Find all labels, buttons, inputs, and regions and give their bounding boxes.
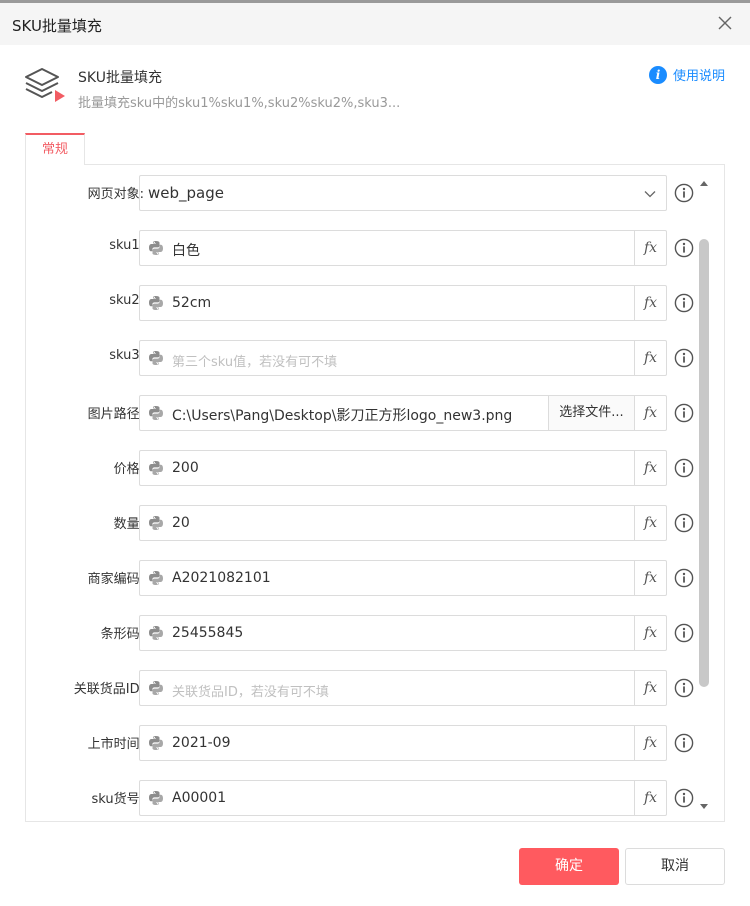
- fx-icon[interactable]: fx: [634, 396, 666, 430]
- field-label: 网页对象:: [87, 187, 144, 202]
- header-title: SKU批量填充: [78, 70, 162, 86]
- python-icon: [149, 296, 163, 310]
- choose-file-button[interactable]: 选择文件...: [548, 396, 634, 430]
- fx-icon[interactable]: fx: [634, 671, 666, 705]
- field-label: sku货号:: [91, 792, 144, 807]
- field-value: 25455845: [172, 625, 244, 641]
- web-object-value: web_page: [148, 184, 224, 202]
- form-row: sku3: 第三个sku值，若没有可不填 fx: [26, 340, 716, 376]
- close-icon[interactable]: [716, 14, 734, 32]
- header-description: 批量填充sku中的sku1%sku1%,sku2%sku2%,sku3...: [78, 96, 401, 111]
- form-row: sku2: 52cm fx: [26, 285, 716, 321]
- info-icon[interactable]: [674, 788, 694, 808]
- layers-icon: [25, 68, 65, 102]
- info-icon[interactable]: [674, 733, 694, 753]
- form-row: 条形码: 25455845 fx: [26, 615, 716, 651]
- field-label: 图片路径:: [87, 407, 144, 422]
- form-panel: 网页对象: web_page sku1: 白色 fx sku2: 52cm fx sku3:…: [25, 164, 725, 822]
- python-icon: [149, 626, 163, 640]
- field-input[interactable]: 200 fx: [139, 450, 667, 486]
- python-icon: [149, 736, 163, 750]
- field-value: 52cm: [172, 295, 212, 311]
- field-label: 关联货品ID:: [73, 682, 144, 697]
- python-icon: [149, 791, 163, 805]
- info-icon[interactable]: [674, 623, 694, 643]
- info-icon[interactable]: [674, 568, 694, 588]
- field-input[interactable]: C:\Users\Pang\Desktop\影刀正方形logo_new3.png…: [139, 395, 667, 431]
- info-icon[interactable]: [674, 293, 694, 313]
- tab-general[interactable]: 常规: [25, 133, 85, 165]
- field-input[interactable]: 20 fx: [139, 505, 667, 541]
- scroll-down-arrow-icon[interactable]: [700, 804, 708, 809]
- form-row: 图片路径: C:\Users\Pang\Desktop\影刀正方形logo_new…: [26, 395, 716, 431]
- fx-icon[interactable]: fx: [634, 451, 666, 485]
- fx-icon[interactable]: fx: [634, 561, 666, 595]
- field-placeholder: 关联货品ID，若没有可不填: [172, 685, 329, 700]
- fx-icon[interactable]: fx: [634, 616, 666, 650]
- form-row: sku货号: A00001 fx: [26, 780, 716, 816]
- confirm-button[interactable]: 确定: [519, 848, 619, 885]
- scrollbar-thumb[interactable]: [699, 239, 709, 687]
- info-icon[interactable]: [674, 403, 694, 423]
- chevron-down-icon: [644, 191, 656, 198]
- field-value: A00001: [172, 790, 227, 806]
- field-input[interactable]: 2021-09 fx: [139, 725, 667, 761]
- field-value: C:\Users\Pang\Desktop\影刀正方形logo_new3.png: [172, 408, 513, 424]
- field-input[interactable]: 关联货品ID，若没有可不填 fx: [139, 670, 667, 706]
- field-input[interactable]: 白色 fx: [139, 230, 667, 266]
- field-label: 商家编码:: [87, 572, 144, 587]
- web-object-select[interactable]: web_page: [139, 175, 667, 211]
- window-title: SKU批量填充: [12, 17, 102, 35]
- form-row: sku1: 白色 fx: [26, 230, 716, 266]
- title-bar: SKU批量填充: [0, 3, 750, 45]
- fx-icon[interactable]: fx: [634, 286, 666, 320]
- python-icon: [149, 571, 163, 585]
- python-icon: [149, 461, 163, 475]
- info-icon[interactable]: [674, 348, 694, 368]
- field-label: 上市时间:: [87, 737, 144, 752]
- python-icon: [149, 241, 163, 255]
- form-row: 价格: 200 fx: [26, 450, 716, 486]
- form-row: 上市时间: 2021-09 fx: [26, 725, 716, 761]
- form-row: 商家编码: A2021082101 fx: [26, 560, 716, 596]
- field-value: 20: [172, 515, 190, 531]
- python-icon: [149, 681, 163, 695]
- field-value: A2021082101: [172, 570, 271, 586]
- field-label: 条形码:: [100, 627, 144, 642]
- info-icon: i: [648, 65, 667, 84]
- form-row: 数量: 20 fx: [26, 505, 716, 541]
- fx-icon[interactable]: fx: [634, 231, 666, 265]
- fx-icon[interactable]: fx: [634, 726, 666, 760]
- fx-icon[interactable]: fx: [634, 341, 666, 375]
- info-icon[interactable]: [674, 238, 694, 258]
- cancel-button[interactable]: 取消: [625, 848, 725, 885]
- fx-icon[interactable]: fx: [634, 781, 666, 815]
- field-value: 200: [172, 460, 199, 476]
- help-link[interactable]: i 使用说明: [648, 65, 725, 84]
- field-input[interactable]: A00001 fx: [139, 780, 667, 816]
- tab-general-label: 常规: [41, 142, 68, 157]
- field-value: 白色: [172, 243, 200, 259]
- field-input[interactable]: 第三个sku值，若没有可不填 fx: [139, 340, 667, 376]
- python-icon: [149, 351, 163, 365]
- field-input[interactable]: 52cm fx: [139, 285, 667, 321]
- info-icon[interactable]: [674, 513, 694, 533]
- info-icon[interactable]: [674, 183, 694, 203]
- python-icon: [149, 516, 163, 530]
- scroll-up-arrow-icon[interactable]: [700, 181, 708, 186]
- form-row: 关联货品ID: 关联货品ID，若没有可不填 fx: [26, 670, 716, 706]
- field-input[interactable]: A2021082101 fx: [139, 560, 667, 596]
- dialog-header: SKU批量填充 批量填充sku中的sku1%sku1%,sku2%sku2%,s…: [0, 45, 750, 125]
- form-row-web-object: 网页对象: web_page: [26, 175, 716, 211]
- info-icon[interactable]: [674, 458, 694, 478]
- info-icon[interactable]: [674, 678, 694, 698]
- field-value: 2021-09: [172, 735, 231, 751]
- vertical-scrollbar[interactable]: [698, 181, 710, 809]
- fx-icon[interactable]: fx: [634, 506, 666, 540]
- field-input[interactable]: 25455845 fx: [139, 615, 667, 651]
- field-placeholder: 第三个sku值，若没有可不填: [172, 355, 338, 370]
- help-label: 使用说明: [672, 69, 725, 84]
- python-icon: [149, 406, 163, 420]
